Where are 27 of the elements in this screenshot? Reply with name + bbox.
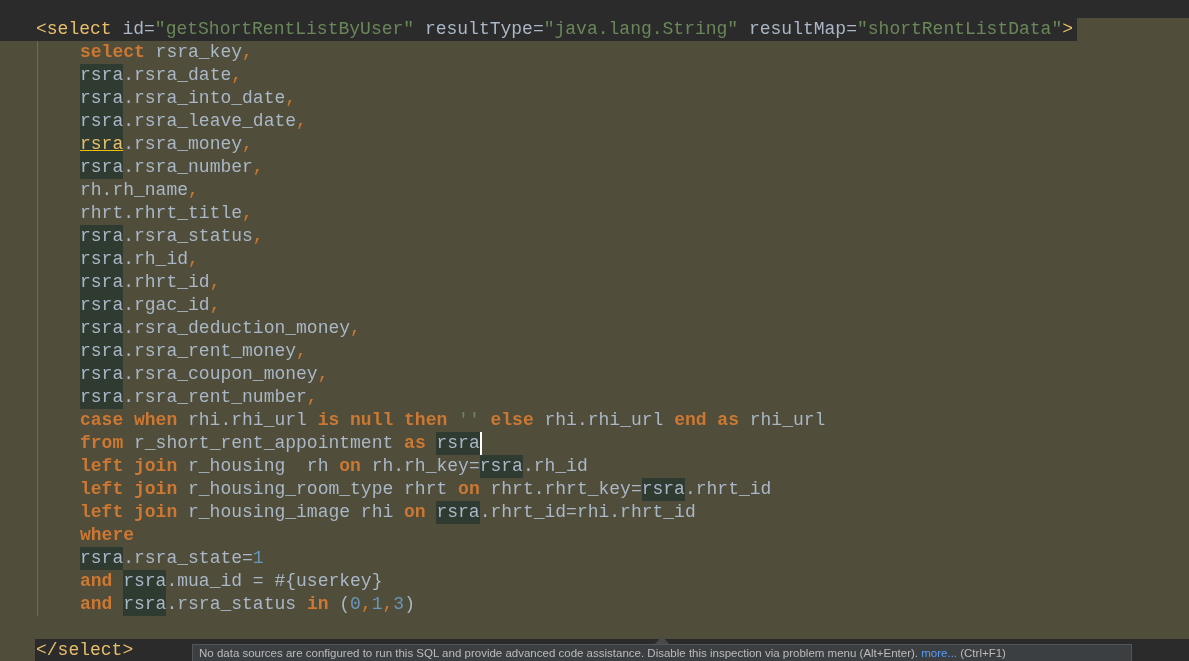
code-line: rsra.rsra_rent_money, — [80, 340, 307, 363]
code-line: from r_short_rent_appointment as rsra — [80, 432, 482, 455]
code-line: and rsra.rsra_status in (0,1,3) — [80, 593, 415, 616]
code-line: left join r_housing_image rhi on rsra.rhrt_id=rhi.rhrt_id — [80, 501, 696, 524]
code-line: left join r_housing rh on rh.rh_key=rsra.rh_id — [80, 455, 588, 478]
more-link[interactable]: more... — [921, 647, 958, 659]
code-line: rsra.rsra_coupon_money, — [80, 363, 329, 386]
code-line: rsra.rsra_state=1 — [80, 547, 264, 570]
code-line: rh.rh_name, — [80, 179, 199, 202]
code-line: rsra.rsra_money, — [80, 133, 253, 156]
code-line: rsra.rh_id, — [80, 248, 199, 271]
code-line: left join r_housing_room_type rhrt on rhrt.rhrt_key=rsra.rhrt_id — [80, 478, 772, 501]
code-line: rsra.rsra_date, — [80, 64, 243, 87]
code-line: case when rhi.rhi_url is null then '' else rhi.rhi_url end as rhi_url — [80, 409, 826, 432]
code-line: rsra.rsra_leave_date, — [80, 110, 307, 133]
code-line: rhrt.rhrt_title, — [80, 202, 253, 225]
code-line: and rsra.mua_id = #{userkey} — [80, 570, 383, 593]
code-line: rsra.rsra_number, — [80, 156, 264, 179]
code-line: rsra.rgac_id, — [80, 294, 221, 317]
code-line: rsra.rsra_deduction_money, — [80, 317, 361, 340]
code-line: rsra.rsra_into_date, — [80, 87, 297, 110]
tooltip-text: No data sources are configured to run this SQL and provide advanced code assistance. Disable this inspection via problem menu (Alt+Enter). more... (Ctrl+F1) — [199, 647, 1006, 659]
code-line: rsra.rhrt_id, — [80, 271, 221, 294]
code-line: rsra.rsra_status, — [80, 225, 264, 248]
code-line: rsra.rsra_rent_number, — [80, 386, 318, 409]
code-line: select rsra_key, — [80, 41, 253, 64]
code-line: where — [80, 524, 134, 547]
